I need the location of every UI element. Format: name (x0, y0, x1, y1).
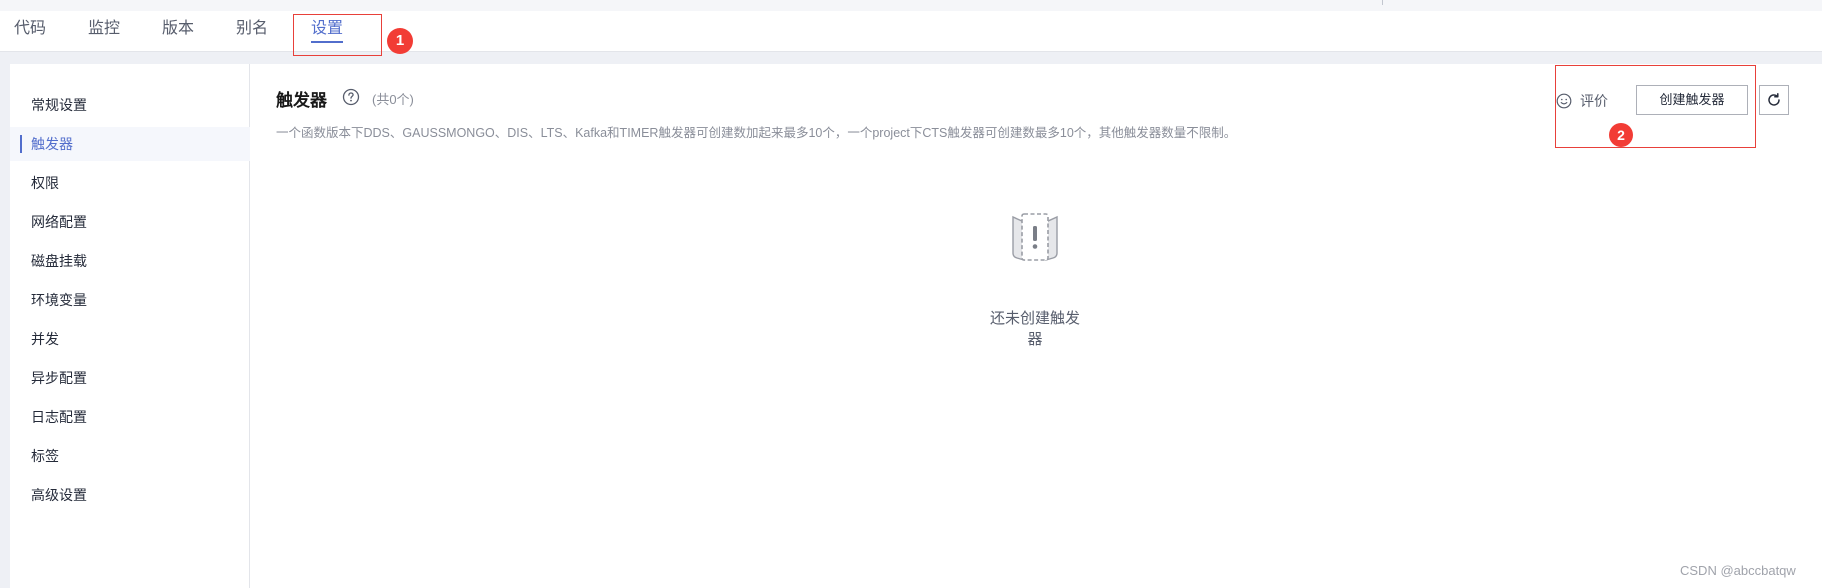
sidebar-item-disk-mount[interactable]: 磁盘挂载 (10, 244, 250, 278)
sidebar-item-tags[interactable]: 标签 (10, 439, 250, 473)
refresh-icon (1768, 93, 1780, 106)
refresh-button[interactable] (1759, 85, 1789, 115)
top-strip (0, 0, 1822, 11)
trigger-count: (共0个) (372, 92, 414, 107)
annotation-badge-1: 1 (387, 28, 413, 54)
page-title: 触发器 (276, 91, 327, 110)
empty-document-exclamation-icon (1012, 213, 1058, 261)
sidebar-item-logs[interactable]: 日志配置 (10, 400, 250, 434)
divider (1382, 0, 1383, 5)
sidebar-item-concurrency[interactable]: 并发 (10, 322, 250, 356)
tab-monitor[interactable]: 监控 (88, 11, 120, 52)
tab-code[interactable]: 代码 (14, 11, 46, 52)
sidebar-item-network[interactable]: 网络配置 (10, 205, 250, 239)
create-trigger-button[interactable]: 创建触发器 (1636, 85, 1748, 115)
triggers-content: 触发器 (共0个) 一个函数版本下DDS、GAUSSMONGO、DIS、LTS、… (251, 64, 1822, 588)
rate-label: 评价 (1580, 93, 1608, 109)
tab-aliases[interactable]: 别名 (236, 11, 268, 52)
sidebar-item-async[interactable]: 异步配置 (10, 361, 250, 395)
tab-settings[interactable]: 设置 (311, 11, 344, 52)
settings-sidebar: 常规设置 触发器 权限 网络配置 磁盘挂载 环境变量 并发 异步配置 日志配置 … (10, 64, 250, 588)
settings-panel: 常规设置 触发器 权限 网络配置 磁盘挂载 环境变量 并发 异步配置 日志配置 … (10, 64, 1822, 588)
smiley-icon (1556, 93, 1572, 109)
sidebar-item-env-vars[interactable]: 环境变量 (10, 283, 250, 317)
empty-state-text: 还未创建触发器 (989, 310, 1080, 348)
rate-link[interactable]: 评价 (1556, 91, 1608, 111)
sidebar-item-permissions[interactable]: 权限 (10, 166, 250, 200)
sidebar-item-general[interactable]: 常规设置 (10, 88, 250, 122)
annotation-badge-2: 2 (1609, 123, 1633, 147)
trigger-limit-description: 一个函数版本下DDS、GAUSSMONGO、DIS、LTS、Kafka和TIME… (276, 126, 1237, 140)
sidebar-item-triggers[interactable]: 触发器 (10, 127, 250, 161)
question-circle-icon[interactable] (342, 88, 360, 106)
tab-bar: 代码 监控 版本 别名 设置 (0, 11, 1822, 52)
watermark: CSDN @abccbatqw (1680, 563, 1796, 578)
tab-versions[interactable]: 版本 (162, 11, 194, 52)
sidebar-item-advanced[interactable]: 高级设置 (10, 478, 250, 512)
